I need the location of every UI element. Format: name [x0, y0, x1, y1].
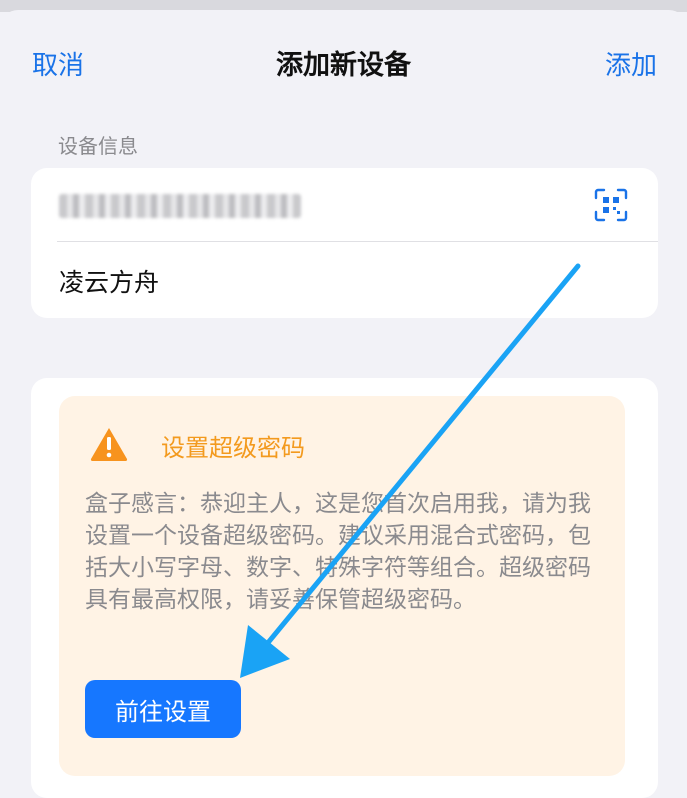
- serial-number-field[interactable]: [59, 194, 301, 218]
- qr-scan-icon[interactable]: [594, 188, 628, 222]
- password-card: 设置超级密码 盒子感言：恭迎主人，这是您首次启用我，请为我设置一个设备超级密码。…: [31, 378, 658, 798]
- divider: [57, 241, 658, 242]
- device-name-field[interactable]: 凌云方舟: [59, 263, 159, 299]
- notice-title: 设置超级密码: [161, 434, 305, 462]
- section-label-device-info: 设备信息: [58, 134, 138, 158]
- super-password-notice: 设置超级密码 盒子感言：恭迎主人，这是您首次启用我，请为我设置一个设备超级密码。…: [59, 396, 625, 776]
- device-info-card: 凌云方舟: [31, 168, 658, 318]
- go-to-settings-button[interactable]: 前往设置: [85, 680, 241, 738]
- notice-body: 盒子感言：恭迎主人，这是您首次启用我，请为我设置一个设备超级密码。建议采用混合式…: [85, 491, 591, 613]
- warning-triangle-icon: [89, 426, 129, 462]
- add-button[interactable]: 添加: [605, 46, 657, 86]
- page-title: 添加新设备: [276, 50, 411, 81]
